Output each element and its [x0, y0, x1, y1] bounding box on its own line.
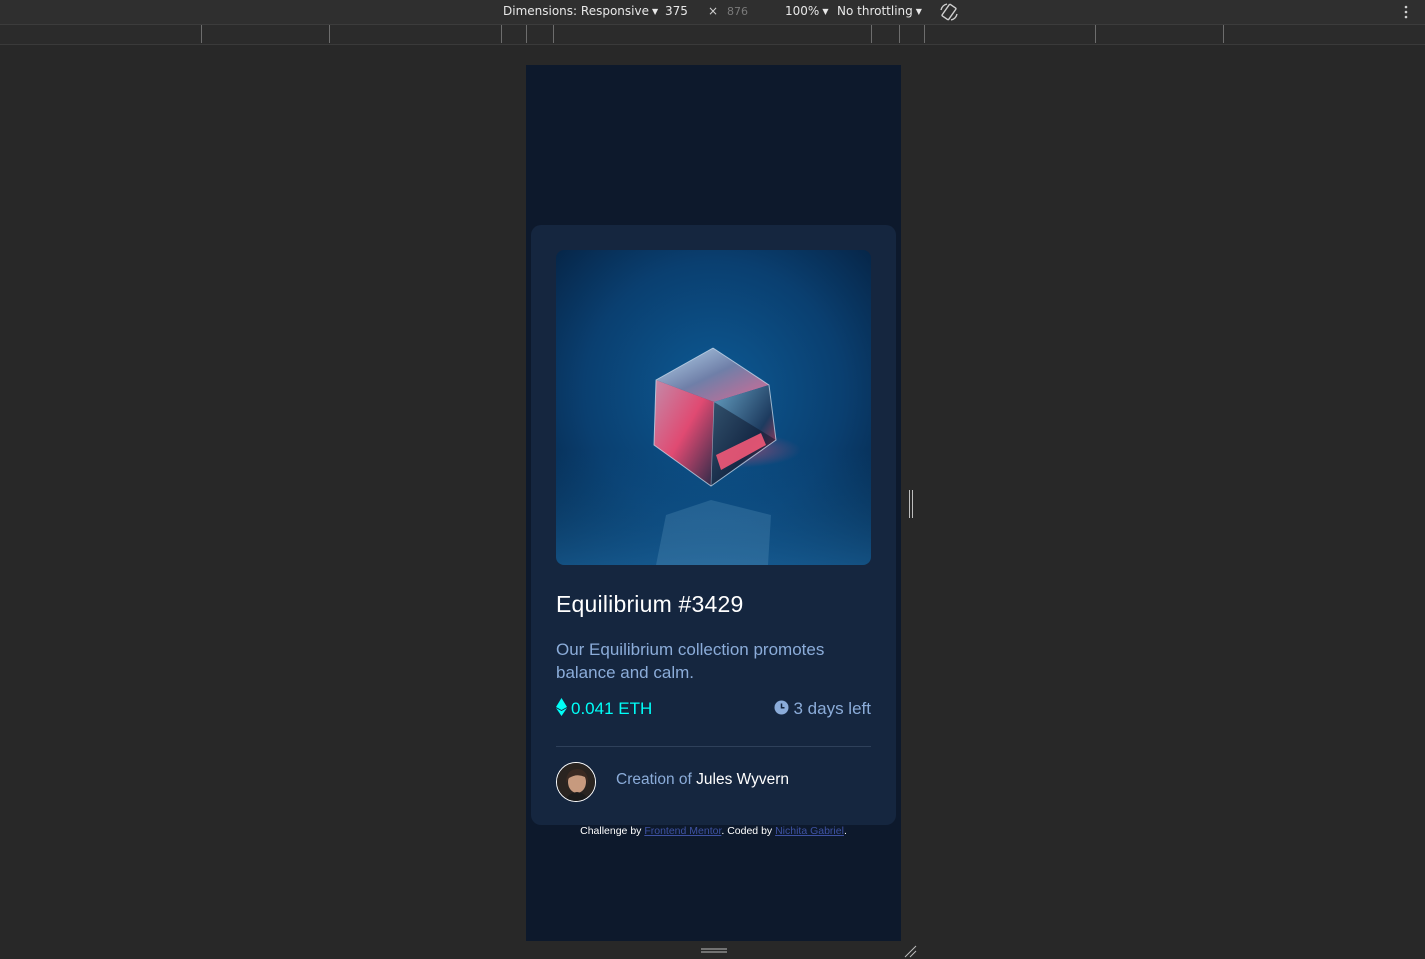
price-value: 0.041 ETH — [571, 699, 653, 718]
caret-down-icon: ▼ — [822, 7, 829, 16]
throttling-label: No throttling — [837, 4, 913, 18]
ruler-tick[interactable] — [501, 25, 502, 43]
throttling-dropdown[interactable]: No throttling ▼ — [837, 4, 922, 18]
resize-handle-right[interactable] — [908, 490, 914, 518]
attribution-suffix: . — [843, 825, 847, 837]
attribution-middle: . Coded by — [721, 825, 776, 837]
dimension-separator: × — [708, 4, 719, 18]
height-input[interactable]: 876 — [727, 5, 748, 18]
width-input[interactable]: 375 — [665, 4, 688, 18]
media-query-ruler — [0, 25, 1425, 45]
ruler-tick[interactable] — [553, 25, 554, 43]
zoom-label: 100% — [785, 4, 820, 18]
zoom-dropdown[interactable]: 100% ▼ — [785, 4, 828, 18]
attribution-prefix: Challenge by — [580, 825, 645, 837]
devtools-device-toolbar: Dimensions: Responsive ▼ 375 × 876 100% ▼ … — [0, 0, 1425, 25]
nft-card: Equilibrium #3429 Our Equilibrium collec… — [531, 225, 896, 825]
ruler-tick[interactable] — [924, 25, 925, 43]
ruler-tick[interactable] — [329, 25, 330, 43]
dimensions-label: Dimensions: Responsive — [503, 4, 649, 18]
author-link[interactable]: Nichita Gabriel — [775, 825, 844, 837]
ruler-tick[interactable] — [1095, 25, 1096, 43]
equilibrium-cube-image — [556, 250, 871, 565]
creator-name-link[interactable]: Jules Wyvern — [696, 771, 789, 788]
more-options-icon[interactable] — [1400, 3, 1412, 21]
attribution: Challenge by Frontend Mentor. Coded by N… — [526, 825, 901, 837]
nft-image[interactable] — [556, 250, 871, 565]
ethereum-icon — [556, 698, 567, 716]
card-description: Our Equilibrium collection promotes bala… — [556, 640, 825, 682]
ruler-tick[interactable] — [1223, 25, 1224, 43]
time-left: 3 days left — [774, 697, 872, 721]
device-viewport: Equilibrium #3429 Our Equilibrium collec… — [526, 65, 901, 941]
creator-row: Creation of Jules Wyvern — [556, 762, 871, 802]
caret-down-icon: ▼ — [915, 7, 922, 16]
creator-text: Creation of Jules Wyvern — [616, 771, 789, 789]
creator-prefix: Creation of — [616, 771, 697, 788]
divider — [556, 746, 871, 747]
rotate-icon[interactable] — [938, 1, 960, 23]
ruler-tick[interactable] — [526, 25, 527, 43]
resize-handle-bottom[interactable] — [701, 947, 727, 955]
ruler-tick[interactable] — [871, 25, 872, 43]
avatar — [556, 762, 596, 802]
ruler-tick[interactable] — [201, 25, 202, 43]
frontend-mentor-link[interactable]: Frontend Mentor — [644, 825, 721, 837]
time-left-value: 3 days left — [793, 699, 872, 718]
clock-icon — [774, 700, 788, 715]
card-title[interactable]: Equilibrium #3429 — [556, 591, 871, 618]
price-row: 0.041 ETH 3 days left — [556, 697, 871, 723]
resize-handle-corner[interactable] — [903, 944, 917, 958]
dimensions-dropdown[interactable]: Dimensions: Responsive ▼ — [503, 4, 658, 18]
avatar-image — [557, 763, 595, 801]
caret-down-icon: ▼ — [651, 7, 659, 16]
ruler-tick[interactable] — [899, 25, 900, 43]
